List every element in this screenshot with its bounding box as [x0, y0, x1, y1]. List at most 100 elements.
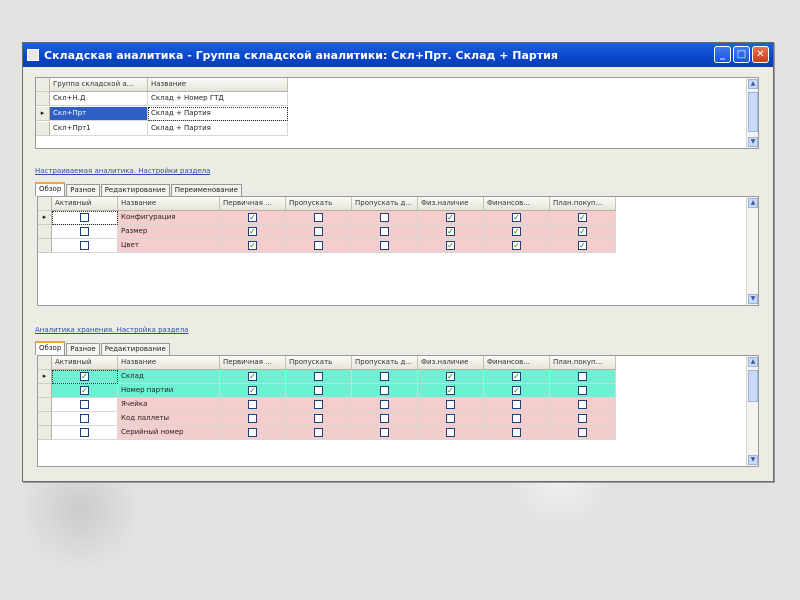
column-header[interactable]: Физ.наличие — [418, 197, 484, 211]
flag-checkbox[interactable] — [314, 386, 323, 395]
scroll-down-icon[interactable]: ▼ — [748, 455, 758, 465]
scroll-thumb[interactable] — [748, 92, 758, 132]
flag-checkbox[interactable]: ✓ — [446, 386, 455, 395]
flag-cell[interactable] — [352, 211, 418, 225]
flag-cell[interactable] — [418, 426, 484, 440]
active-cell[interactable] — [52, 426, 118, 440]
column-header[interactable]: Активный — [52, 356, 118, 370]
flag-checkbox[interactable]: ✓ — [248, 213, 257, 222]
flag-cell[interactable]: ✓ — [418, 384, 484, 398]
flag-checkbox[interactable] — [512, 414, 521, 423]
flag-checkbox[interactable] — [314, 372, 323, 381]
active-checkbox[interactable] — [80, 428, 89, 437]
flag-cell[interactable] — [484, 412, 550, 426]
analytics-name-cell[interactable]: Серийный номер — [118, 426, 220, 440]
flag-cell[interactable]: ✓ — [220, 239, 286, 253]
row-selector[interactable]: ▸ — [36, 107, 50, 121]
row-selector[interactable] — [38, 384, 52, 398]
flag-cell[interactable] — [220, 398, 286, 412]
flag-checkbox[interactable] — [380, 428, 389, 437]
flag-checkbox[interactable] — [578, 386, 587, 395]
group-code-cell[interactable]: Скл+Прт — [50, 107, 148, 121]
tab-2[interactable]: Разное — [66, 343, 100, 355]
row-selector[interactable] — [38, 426, 52, 440]
flag-cell[interactable] — [418, 398, 484, 412]
flag-checkbox[interactable] — [248, 400, 257, 409]
flag-checkbox[interactable]: ✓ — [248, 227, 257, 236]
column-header[interactable]: Пропускать д... — [352, 197, 418, 211]
close-button[interactable]: ✕ — [752, 46, 769, 63]
flag-cell[interactable] — [352, 398, 418, 412]
analytics-name-cell[interactable]: Номер партии — [118, 384, 220, 398]
flag-checkbox[interactable]: ✓ — [512, 213, 521, 222]
active-checkbox[interactable] — [80, 213, 89, 222]
flag-checkbox[interactable] — [578, 372, 587, 381]
active-checkbox[interactable]: ✓ — [80, 372, 89, 381]
flag-cell[interactable] — [286, 398, 352, 412]
flag-cell[interactable]: ✓ — [418, 239, 484, 253]
column-header[interactable]: Финансов... — [484, 356, 550, 370]
row-selector[interactable] — [38, 412, 52, 426]
row-selector[interactable] — [38, 239, 52, 253]
flag-checkbox[interactable]: ✓ — [512, 227, 521, 236]
flag-cell[interactable]: ✓ — [484, 384, 550, 398]
flag-cell[interactable]: ✓ — [220, 370, 286, 384]
flag-checkbox[interactable]: ✓ — [446, 227, 455, 236]
flag-checkbox[interactable] — [446, 428, 455, 437]
active-cell[interactable]: ✓ — [52, 370, 118, 384]
tab-2[interactable]: Разное — [66, 184, 100, 196]
row-selector[interactable] — [38, 225, 52, 239]
flag-cell[interactable] — [220, 412, 286, 426]
flag-cell[interactable] — [286, 412, 352, 426]
flag-checkbox[interactable] — [380, 386, 389, 395]
column-header[interactable]: План.покуп... — [550, 197, 616, 211]
column-header[interactable]: Первичная ... — [220, 197, 286, 211]
flag-checkbox[interactable] — [380, 414, 389, 423]
flag-cell[interactable] — [352, 412, 418, 426]
flag-checkbox[interactable]: ✓ — [578, 227, 587, 236]
flag-cell[interactable]: ✓ — [484, 370, 550, 384]
flag-checkbox[interactable]: ✓ — [248, 372, 257, 381]
scroll-up-icon[interactable]: ▲ — [748, 79, 758, 89]
tab-3[interactable]: Редактирование — [100, 343, 170, 355]
flag-cell[interactable] — [352, 239, 418, 253]
title-bar[interactable]: Складская аналитика - Группа складской а… — [23, 43, 773, 67]
flag-cell[interactable] — [286, 211, 352, 225]
flag-checkbox[interactable] — [314, 213, 323, 222]
tab-3[interactable]: Редактирование — [100, 184, 170, 196]
group-name-cell[interactable]: Склад + Партия — [148, 107, 288, 121]
flag-checkbox[interactable]: ✓ — [446, 372, 455, 381]
flag-checkbox[interactable]: ✓ — [512, 372, 521, 381]
flag-checkbox[interactable]: ✓ — [248, 241, 257, 250]
flag-checkbox[interactable] — [380, 227, 389, 236]
flag-checkbox[interactable] — [314, 227, 323, 236]
row-selector[interactable] — [36, 92, 50, 106]
column-header[interactable]: Финансов... — [484, 197, 550, 211]
active-checkbox[interactable]: ✓ — [80, 386, 89, 395]
section1-scrollbar[interactable]: ▲ ▼ — [746, 197, 758, 305]
active-checkbox[interactable] — [80, 414, 89, 423]
section1-grid[interactable]: Активный Название Первичная ... Пропускать П… — [37, 196, 759, 306]
column-header[interactable]: План.покуп... — [550, 356, 616, 370]
group-name-cell[interactable]: Склад + Партия — [148, 122, 288, 136]
flag-cell[interactable]: ✓ — [418, 225, 484, 239]
group-code-cell[interactable]: Скл+Прт1 — [50, 122, 148, 136]
column-header[interactable]: Первичная ... — [220, 356, 286, 370]
flag-checkbox[interactable]: ✓ — [248, 386, 257, 395]
column-header[interactable]: Физ.наличие — [418, 356, 484, 370]
column-header[interactable]: Пропускать — [286, 356, 352, 370]
flag-checkbox[interactable]: ✓ — [446, 213, 455, 222]
flag-cell[interactable] — [286, 370, 352, 384]
flag-checkbox[interactable] — [380, 372, 389, 381]
flag-cell[interactable] — [418, 412, 484, 426]
flag-cell[interactable]: ✓ — [484, 211, 550, 225]
analytics-name-cell[interactable]: Ячейка — [118, 398, 220, 412]
flag-cell[interactable]: ✓ — [550, 239, 616, 253]
flag-cell[interactable] — [550, 426, 616, 440]
section1-label[interactable]: Настраиваемая аналитика. Настройки разде… — [35, 167, 210, 175]
analytics-name-cell[interactable]: Конфигурация — [118, 211, 220, 225]
flag-checkbox[interactable] — [314, 400, 323, 409]
active-cell[interactable] — [52, 412, 118, 426]
scroll-thumb[interactable] — [748, 370, 758, 402]
group-code-cell[interactable]: Скл+Н.Д — [50, 92, 148, 106]
